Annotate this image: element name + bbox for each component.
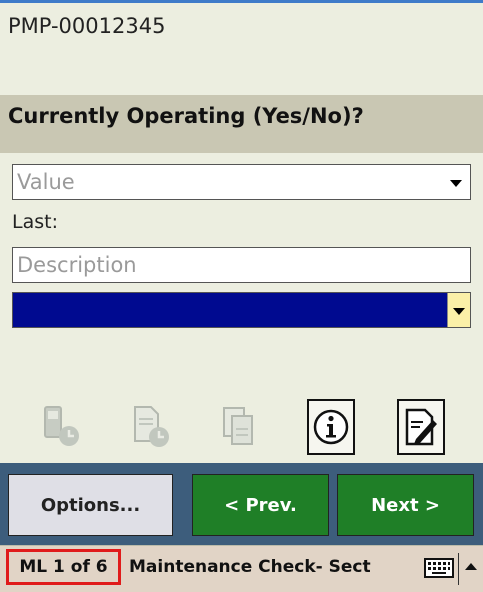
description-placeholder: Description xyxy=(17,253,137,277)
options-button[interactable]: Options... xyxy=(8,474,173,536)
section-title: Maintenance Check- Sect xyxy=(129,557,371,577)
chevron-up-icon[interactable] xyxy=(465,563,477,570)
dropdown-arrow-button[interactable] xyxy=(447,293,470,327)
info-button[interactable] xyxy=(307,399,355,455)
chevron-down-icon xyxy=(453,308,465,315)
document-history-button[interactable] xyxy=(127,399,175,455)
device-history-button[interactable] xyxy=(38,399,86,455)
record-counter: ML 1 of 6 xyxy=(6,549,121,585)
copy-document-button[interactable] xyxy=(216,399,264,455)
value-dropdown[interactable]: Value xyxy=(12,164,471,200)
info-icon xyxy=(313,409,349,445)
document-clock-icon xyxy=(134,406,169,447)
prev-button[interactable]: < Prev. xyxy=(192,474,329,536)
device-clock-icon xyxy=(44,406,79,446)
question-text: Currently Operating (Yes/No)? xyxy=(8,104,364,128)
next-button[interactable]: Next > xyxy=(337,474,474,536)
copy-document-icon xyxy=(223,407,253,445)
edit-note-button[interactable] xyxy=(397,399,445,455)
value-placeholder: Value xyxy=(17,170,75,194)
keyboard-icon[interactable] xyxy=(424,557,454,579)
chevron-down-icon xyxy=(450,180,462,187)
description-input[interactable]: Description xyxy=(12,247,471,283)
last-label: Last: xyxy=(12,211,58,233)
asset-id: PMP-00012345 xyxy=(8,14,166,38)
status-divider xyxy=(458,553,459,585)
selection-dropdown[interactable] xyxy=(12,292,471,328)
edit-note-icon xyxy=(405,408,437,446)
